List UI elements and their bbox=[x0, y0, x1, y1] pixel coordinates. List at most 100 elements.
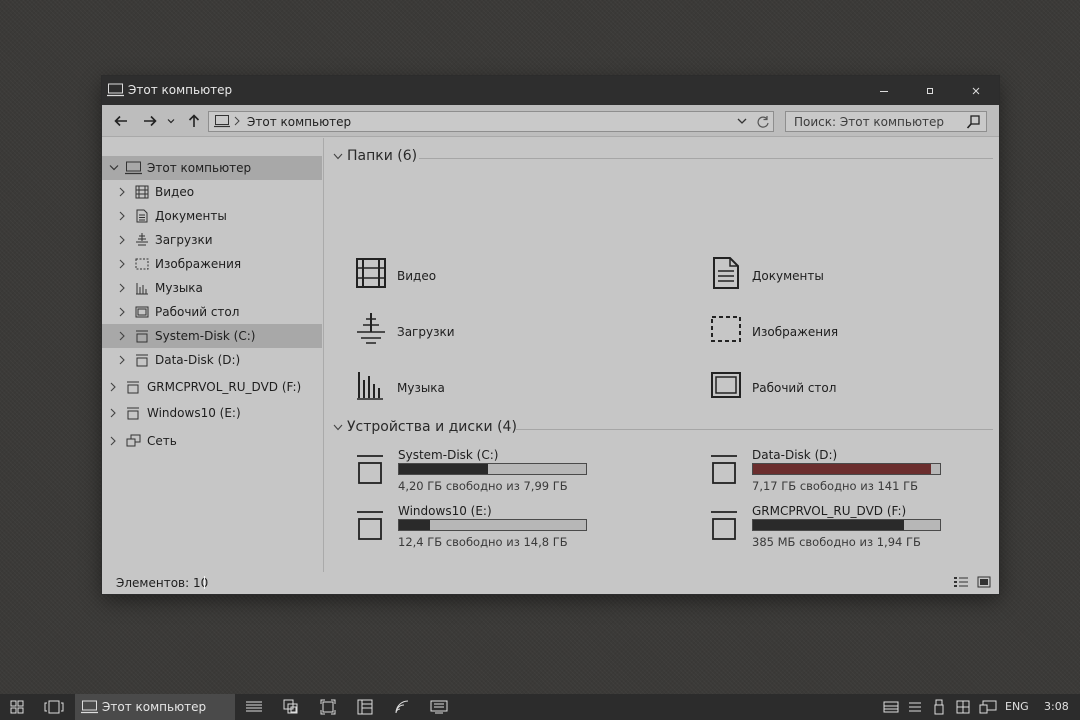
music-icon bbox=[355, 368, 387, 402]
drive-tile-windows10[interactable]: Windows10 (E:) 12,4 ГБ свободно из 14,8 … bbox=[357, 504, 607, 552]
sidebar-item-videos[interactable]: Видео bbox=[102, 180, 322, 204]
drive-usage-fill bbox=[399, 464, 488, 474]
sidebar-item-music[interactable]: Музыка bbox=[102, 276, 322, 300]
taskbar-pinned-6[interactable] bbox=[427, 694, 451, 720]
drive-icon bbox=[357, 454, 383, 484]
windows-app-icon bbox=[283, 699, 299, 715]
tray-usb[interactable] bbox=[928, 694, 950, 720]
download-icon bbox=[355, 312, 387, 346]
drive-name: GRMCPRVOL_RU_DVD (F:) bbox=[752, 504, 907, 518]
chevron-down-icon[interactable] bbox=[109, 164, 119, 172]
maximize-button[interactable] bbox=[907, 76, 953, 105]
start-button[interactable] bbox=[4, 694, 30, 720]
recent-locations-button[interactable] bbox=[165, 113, 177, 129]
sidebar-item-desktop[interactable]: Рабочий стол bbox=[102, 300, 322, 324]
folder-label: Видео bbox=[397, 269, 437, 283]
taskbar-pinned-3[interactable] bbox=[316, 694, 340, 720]
taskbar-pinned-2[interactable] bbox=[279, 694, 303, 720]
section-header-folders[interactable]: Папки (6) bbox=[333, 148, 993, 168]
arrow-up-icon bbox=[188, 114, 200, 128]
usb-icon bbox=[933, 699, 945, 715]
drive-tile-dvd[interactable]: GRMCPRVOL_RU_DVD (F:) 385 МБ свободно из… bbox=[711, 504, 961, 552]
drive-free-space: 4,20 ГБ свободно из 7,99 ГБ bbox=[398, 479, 568, 493]
tray-network[interactable] bbox=[976, 694, 1000, 720]
sidebar-item-network[interactable]: Сеть bbox=[102, 429, 322, 453]
search-icon[interactable] bbox=[966, 115, 980, 129]
list-app-icon bbox=[245, 700, 263, 714]
film-icon bbox=[135, 185, 149, 199]
usb-drive-icon bbox=[357, 510, 383, 540]
sidebar-item-downloads[interactable]: Загрузки bbox=[102, 228, 322, 252]
folder-tile-videos[interactable]: Видео bbox=[355, 256, 605, 296]
chevron-right-icon[interactable] bbox=[119, 307, 125, 317]
language-indicator[interactable]: ENG bbox=[1005, 700, 1029, 713]
title-bar[interactable]: Этот компьютер bbox=[102, 76, 999, 105]
close-button[interactable] bbox=[953, 76, 999, 105]
chevron-down-icon[interactable] bbox=[333, 153, 343, 160]
drive-tile-data-disk[interactable]: Data-Disk (D:) 7,17 ГБ свободно из 141 Г… bbox=[711, 448, 961, 496]
dvd-drive-icon bbox=[126, 380, 140, 394]
computer-icon bbox=[125, 161, 142, 175]
taskbar-pinned-4[interactable] bbox=[353, 694, 377, 720]
drive-usage-bar bbox=[752, 519, 941, 531]
network-icon bbox=[126, 434, 141, 448]
minimize-button[interactable] bbox=[861, 76, 907, 105]
drive-tile-system-disk[interactable]: System-Disk (C:) 4,20 ГБ свободно из 7,9… bbox=[357, 448, 607, 496]
drive-free-space: 7,17 ГБ свободно из 141 ГБ bbox=[752, 479, 918, 493]
network-icon bbox=[979, 700, 997, 714]
chevron-right-icon bbox=[234, 116, 240, 126]
details-view-icon[interactable] bbox=[953, 575, 969, 589]
taskbar-pinned-5[interactable] bbox=[390, 694, 414, 720]
forward-button[interactable] bbox=[141, 113, 159, 129]
folder-tile-downloads[interactable]: Загрузки bbox=[355, 312, 605, 352]
drive-usage-fill bbox=[753, 464, 931, 474]
content-pane: Папки (6) Видео Документы Загрузки Изобр… bbox=[325, 138, 999, 572]
columns-app-icon bbox=[357, 699, 373, 715]
taskbar-pinned-1[interactable] bbox=[242, 694, 266, 720]
search-input[interactable]: Поиск: Этот компьютер bbox=[785, 111, 987, 132]
sidebar-item-label: Документы bbox=[155, 209, 227, 223]
tray-menu[interactable] bbox=[904, 694, 926, 720]
up-button[interactable] bbox=[185, 113, 203, 129]
address-bar[interactable]: Этот компьютер bbox=[208, 111, 774, 132]
clock[interactable]: 3:08 bbox=[1044, 700, 1069, 713]
chevron-down-icon bbox=[167, 118, 175, 124]
large-icons-view-icon[interactable] bbox=[977, 575, 991, 589]
refresh-icon[interactable] bbox=[756, 115, 770, 129]
address-text: Этот компьютер bbox=[247, 115, 352, 129]
chevron-right-icon[interactable] bbox=[110, 436, 116, 446]
sidebar-item-data-disk[interactable]: Data-Disk (D:) bbox=[102, 348, 322, 372]
chevron-right-icon[interactable] bbox=[110, 382, 116, 392]
chevron-down-icon[interactable] bbox=[333, 424, 343, 431]
chevron-right-icon[interactable] bbox=[119, 187, 125, 197]
tray-grid[interactable] bbox=[952, 694, 974, 720]
drive-usage-bar bbox=[752, 463, 941, 475]
chevron-right-icon[interactable] bbox=[119, 211, 125, 221]
back-button[interactable] bbox=[112, 113, 130, 129]
chevron-right-icon[interactable] bbox=[119, 331, 125, 341]
folder-tile-documents[interactable]: Документы bbox=[710, 256, 960, 296]
task-view-button[interactable] bbox=[40, 694, 68, 720]
sidebar-item-documents[interactable]: Документы bbox=[102, 204, 322, 228]
sidebar-item-this-pc[interactable]: Этот компьютер bbox=[102, 156, 322, 180]
sidebar-item-label: Загрузки bbox=[155, 233, 213, 247]
sidebar-item-pictures[interactable]: Изображения bbox=[102, 252, 322, 276]
chevron-right-icon[interactable] bbox=[119, 355, 125, 365]
sidebar-item-usb-drive[interactable]: Windows10 (E:) bbox=[102, 401, 322, 425]
chevron-right-icon[interactable] bbox=[110, 408, 116, 418]
folder-tile-pictures[interactable]: Изображения bbox=[710, 312, 960, 352]
section-title: Папки (6) bbox=[347, 148, 418, 164]
chevron-right-icon[interactable] bbox=[119, 259, 125, 269]
chevron-down-icon[interactable] bbox=[737, 117, 747, 125]
folder-tile-music[interactable]: Музыка bbox=[355, 368, 605, 408]
sidebar-item-dvd-drive[interactable]: GRMCPRVOL_RU_DVD (F:) bbox=[102, 375, 322, 399]
section-header-drives[interactable]: Устройства и диски (4) bbox=[333, 419, 993, 439]
tray-keyboard[interactable] bbox=[880, 694, 902, 720]
chevron-right-icon[interactable] bbox=[119, 283, 125, 293]
sidebar-item-system-disk[interactable]: System-Disk (C:) bbox=[102, 324, 322, 348]
grid-icon bbox=[956, 700, 970, 714]
taskbar-app-explorer[interactable]: Этот компьютер bbox=[75, 694, 235, 720]
chevron-right-icon[interactable] bbox=[119, 235, 125, 245]
status-divider bbox=[204, 576, 205, 589]
folder-tile-desktop[interactable]: Рабочий стол bbox=[710, 368, 960, 408]
